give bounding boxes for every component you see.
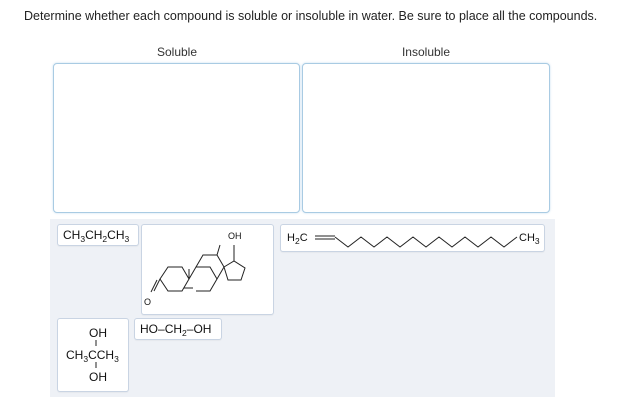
compound-card-ethylene-glycol[interactable]: HO–CH2–OH bbox=[134, 318, 222, 340]
insoluble-label: Insoluble bbox=[401, 45, 451, 59]
compound-card-steroid[interactable]: OH O bbox=[141, 224, 274, 315]
steroid-o-label: O bbox=[144, 297, 151, 307]
compound-card-propanediol[interactable]: OH CH3CCH3 OH bbox=[57, 318, 129, 392]
alkene-ch3-label: CH3 bbox=[519, 232, 540, 246]
glycol-bottom-oh: OH bbox=[89, 370, 107, 384]
compound-card-propane[interactable]: CH3CH2CH3 bbox=[57, 224, 139, 246]
steroid-oh-label: OH bbox=[228, 231, 242, 241]
alkene-chain bbox=[315, 235, 518, 248]
steroid-structure: OH O bbox=[144, 231, 246, 307]
soluble-label: Soluble bbox=[156, 45, 198, 59]
soluble-drop-zone[interactable] bbox=[53, 63, 300, 213]
diol-formula: HO–CH2–OH bbox=[140, 322, 212, 338]
glycol-middle: CH3CCH3 bbox=[66, 348, 119, 364]
insoluble-drop-zone[interactable] bbox=[302, 63, 550, 213]
instruction-text: Determine whether each compound is solub… bbox=[24, 9, 598, 23]
compound-card-alkene[interactable]: H2C CH3 bbox=[280, 224, 545, 252]
propane-formula: CH3CH2CH3 bbox=[63, 228, 130, 244]
